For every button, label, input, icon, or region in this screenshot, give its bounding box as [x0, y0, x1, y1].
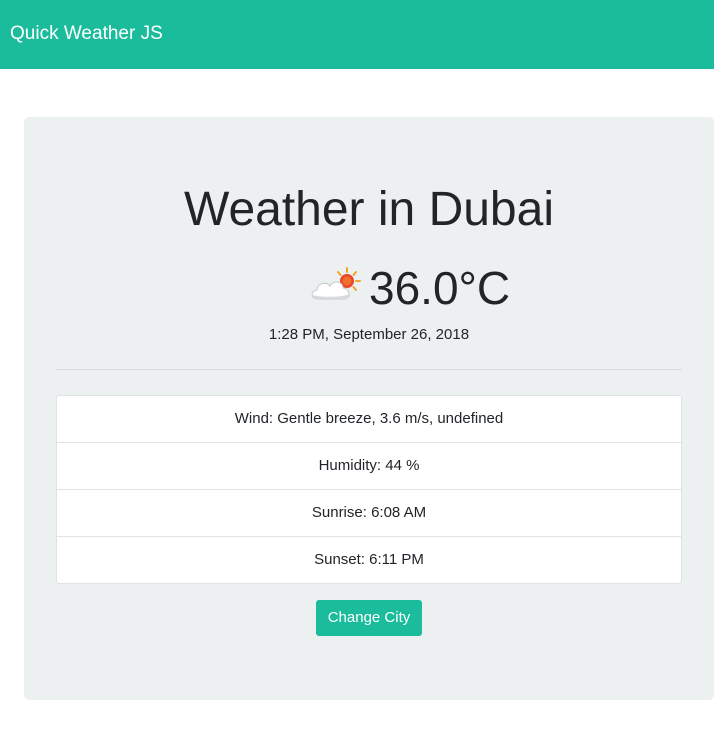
date-time: 1:28 PM, September 26, 2018: [268, 326, 470, 343]
weather-panel: Weather in Dubai 36.0°C 1:28 PM, Septemb…: [24, 117, 714, 700]
wind-item: Wind: Gentle breeze, 3.6 m/s, undefined: [57, 396, 681, 443]
navbar: Quick Weather JS: [0, 0, 714, 69]
sunset-item: Sunset: 6:11 PM: [314, 551, 424, 568]
sunrise-item: Sunrise: 6:08 AM: [57, 490, 681, 537]
page-title: Weather in Dubai: [184, 183, 554, 236]
partly-cloudy-sun-icon: [311, 267, 361, 300]
weather-details-list: Wind: Gentle breeze, 3.6 m/s, undefined …: [56, 395, 682, 584]
temperature-value: 36.0°C: [369, 262, 511, 314]
divider: [56, 369, 682, 370]
change-city-button[interactable]: Change City: [316, 600, 422, 636]
humidity-item: Humidity: 44 %: [57, 443, 681, 490]
navbar-brand[interactable]: Quick Weather JS: [10, 22, 163, 46]
